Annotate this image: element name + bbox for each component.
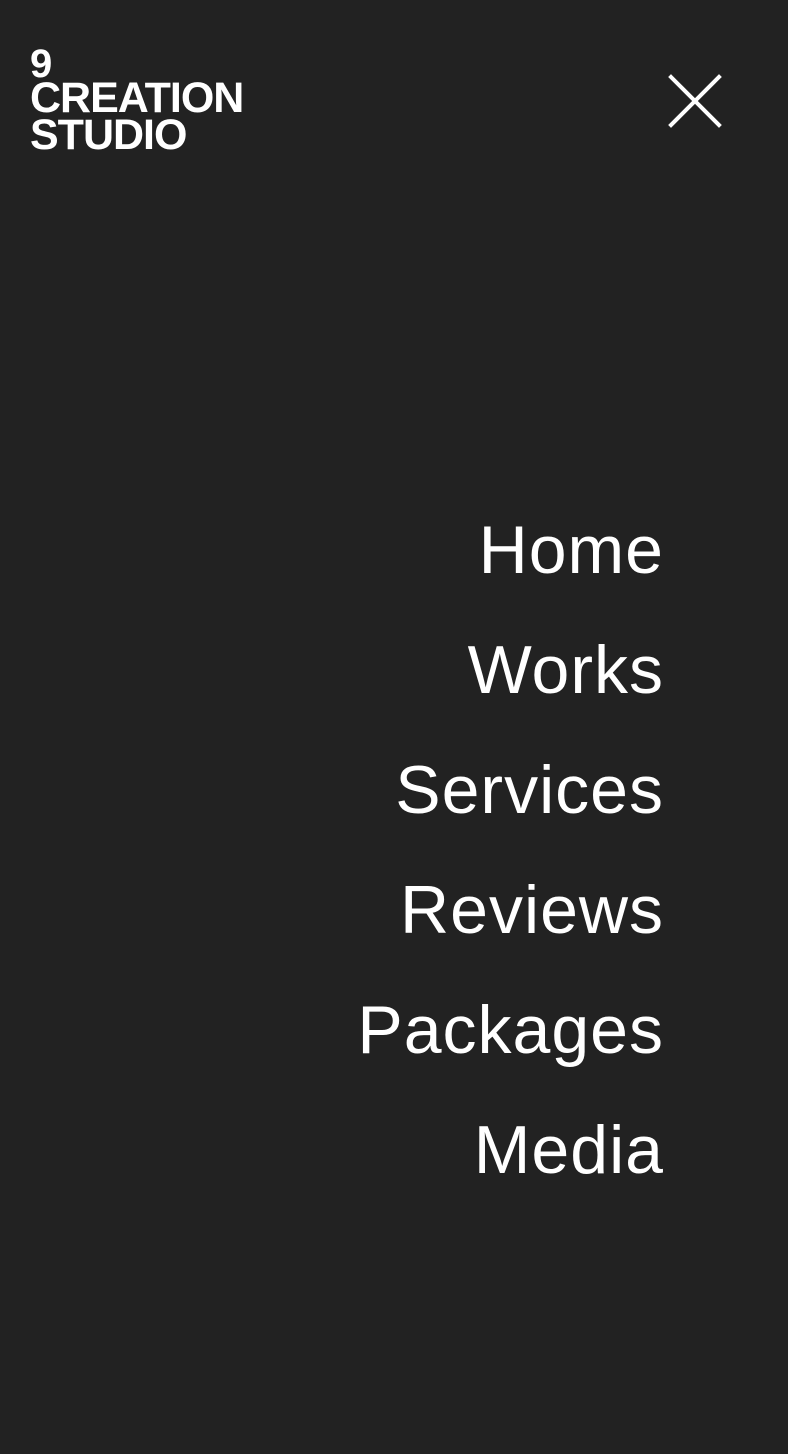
header: 9 CREATION STUDIO — [0, 0, 788, 180]
nav-link-media[interactable]: Media — [474, 1116, 664, 1184]
nav-link-packages[interactable]: Packages — [357, 996, 664, 1064]
nav-item-packages: Packages — [357, 970, 664, 1090]
nav-item-services: Services — [357, 730, 664, 850]
nav-link-reviews[interactable]: Reviews — [400, 876, 664, 944]
nav-link-home[interactable]: Home — [479, 516, 664, 584]
nav-link-works[interactable]: Works — [468, 636, 664, 704]
logo-line-2: STUDIO — [30, 110, 187, 159]
nav-link-services[interactable]: Services — [395, 756, 664, 824]
nav-item-reviews: Reviews — [357, 850, 664, 970]
nav-item-works: Works — [357, 610, 664, 730]
main-nav: Home Works Services Reviews Packages Med… — [357, 490, 664, 1210]
close-menu-button[interactable] — [668, 74, 722, 128]
nav-item-media: Media — [357, 1090, 664, 1210]
logo[interactable]: 9 CREATION STUDIO — [30, 44, 244, 159]
nav-item-home: Home — [357, 490, 664, 610]
close-icon — [668, 74, 722, 128]
